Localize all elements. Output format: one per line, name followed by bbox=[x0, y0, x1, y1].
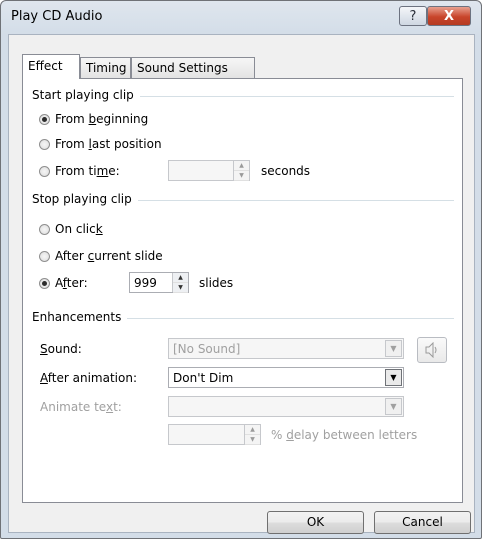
seconds-label: seconds bbox=[261, 164, 311, 178]
animate-text-label: Animate text: bbox=[40, 400, 122, 414]
help-button[interactable]: ? bbox=[399, 6, 427, 26]
stop-group-label: Stop playing clip bbox=[32, 192, 138, 206]
radio-label: From time: bbox=[55, 164, 120, 178]
speaker-icon bbox=[425, 342, 437, 358]
after-animation-value: Don't Dim bbox=[173, 371, 234, 385]
radio-on-click[interactable]: On click bbox=[39, 222, 103, 236]
radio-label: After current slide bbox=[55, 249, 163, 263]
animate-text-dropdown[interactable]: ▼ bbox=[168, 396, 404, 417]
radio-after-current-slide[interactable]: After current slide bbox=[39, 249, 163, 263]
dialog-window: Play CD Audio ? X Effect Timing Sound Se… bbox=[0, 0, 482, 539]
enhancements-group-label: Enhancements bbox=[32, 310, 128, 324]
radio-from-time[interactable]: From time: bbox=[39, 164, 120, 178]
spin-up-icon[interactable]: ▲ bbox=[245, 425, 260, 435]
radio-label: From last position bbox=[55, 137, 162, 151]
spin-down-icon[interactable]: ▼ bbox=[245, 435, 260, 445]
after-animation-label: After animation: bbox=[40, 371, 137, 385]
chevron-down-icon[interactable]: ▼ bbox=[385, 398, 402, 415]
effect-panel: Start playing clip From beginning From l… bbox=[22, 78, 463, 503]
radio-label: After: bbox=[55, 276, 88, 290]
letter-delay-spinner[interactable]: ▲ ▼ bbox=[168, 424, 261, 445]
question-mark-icon: ? bbox=[409, 8, 417, 24]
radio-from-last-position[interactable]: From last position bbox=[39, 137, 162, 151]
after-animation-dropdown[interactable]: Don't Dim ▼ bbox=[168, 367, 404, 388]
spin-down-icon[interactable]: ▼ bbox=[234, 171, 249, 181]
chevron-down-icon[interactable]: ▼ bbox=[385, 369, 402, 386]
tab-timing[interactable]: Timing bbox=[80, 57, 131, 78]
radio-button[interactable] bbox=[39, 250, 50, 262]
close-button[interactable]: X bbox=[427, 6, 471, 26]
slides-label: slides bbox=[199, 276, 234, 290]
radio-button[interactable] bbox=[39, 113, 50, 125]
after-slides-spinner[interactable]: 999 ▲ ▼ bbox=[129, 272, 189, 293]
radio-label: From beginning bbox=[55, 112, 149, 126]
spin-up-icon[interactable]: ▲ bbox=[173, 273, 188, 283]
radio-button[interactable] bbox=[39, 277, 50, 289]
spinner-buttons[interactable]: ▲ ▼ bbox=[244, 425, 260, 445]
radio-from-beginning[interactable]: From beginning bbox=[39, 112, 148, 126]
close-icon: X bbox=[443, 8, 455, 24]
ok-button[interactable]: OK bbox=[267, 511, 364, 534]
radio-button[interactable] bbox=[39, 138, 50, 150]
spinner-buttons[interactable]: ▲ ▼ bbox=[233, 161, 249, 181]
dialog-body: Effect Timing Sound Settings Start playi… bbox=[8, 34, 475, 534]
after-slides-value: 999 bbox=[134, 276, 157, 290]
sound-label: Sound: bbox=[40, 342, 82, 356]
spinner-buttons[interactable]: ▲ ▼ bbox=[172, 273, 188, 293]
radio-button[interactable] bbox=[39, 165, 50, 177]
spin-up-icon[interactable]: ▲ bbox=[234, 161, 249, 171]
cancel-button[interactable]: Cancel bbox=[374, 511, 471, 534]
preview-sound-button[interactable] bbox=[417, 337, 447, 363]
chevron-down-icon[interactable]: ▼ bbox=[385, 340, 402, 357]
radio-after-slides[interactable]: After: bbox=[39, 276, 88, 290]
tab-sound-settings[interactable]: Sound Settings bbox=[131, 57, 255, 78]
letter-delay-label: % delay between letters bbox=[271, 428, 418, 442]
radio-button[interactable] bbox=[39, 223, 50, 235]
from-time-spinner[interactable]: ▲ ▼ bbox=[168, 160, 250, 181]
sound-dropdown[interactable]: [No Sound] ▼ bbox=[168, 338, 404, 359]
dialog-title: Play CD Audio bbox=[11, 9, 103, 24]
sound-dropdown-value: [No Sound] bbox=[173, 342, 241, 356]
radio-label: On click bbox=[55, 222, 103, 236]
start-group-label: Start playing clip bbox=[32, 88, 140, 102]
tab-effect[interactable]: Effect bbox=[22, 54, 80, 79]
title-bar[interactable]: Play CD Audio ? X bbox=[1, 1, 481, 35]
spin-down-icon[interactable]: ▼ bbox=[173, 283, 188, 293]
